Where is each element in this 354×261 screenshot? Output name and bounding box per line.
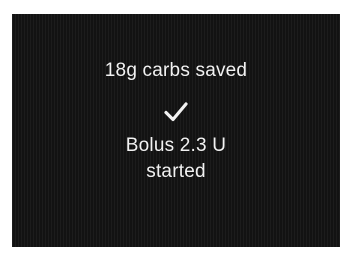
bolus-amount-message: Bolus 2.3 U [125, 135, 227, 156]
confirmation-screen: 18g carbs saved Bolus 2.3 U started [12, 14, 340, 247]
checkmark-icon [162, 98, 190, 126]
bolus-status-message: started [146, 161, 206, 182]
carbs-saved-message: 18g carbs saved [104, 60, 248, 81]
